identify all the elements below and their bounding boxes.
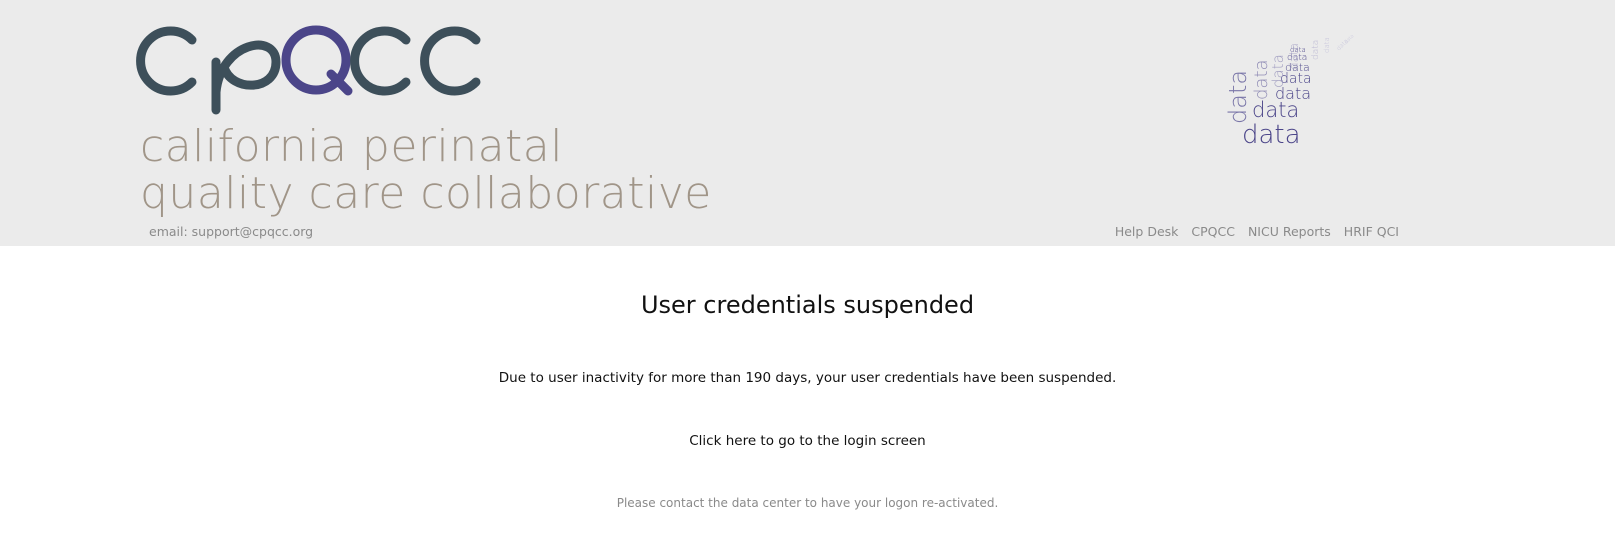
- nav-link-hrif-qci[interactable]: HRIF QCI: [1344, 224, 1399, 239]
- cloud-word: data: [1224, 69, 1252, 124]
- login-link: Click here to go to the login screen: [0, 433, 1615, 449]
- contact-note: Please contact the data center to have y…: [616, 496, 999, 510]
- logo-acronym: cpqcc: [136, 22, 183, 26]
- cloud-word: data: [1323, 37, 1331, 53]
- data-word-cloud: data data data data data data data data …: [1224, 20, 1410, 155]
- cloud-word: data: [1275, 84, 1312, 103]
- logo-line-2: quality care collaborative: [140, 168, 712, 219]
- cloud-word: data: [1242, 120, 1301, 150]
- main-content: User credentials suspended Due to user i…: [0, 246, 1615, 548]
- login-link-text[interactable]: Click here to go to the login screen: [689, 433, 925, 449]
- cloud-word: data: [1343, 33, 1356, 46]
- suspension-message: Due to user inactivity for more than 190…: [498, 370, 1117, 386]
- cloud-word: data: [1252, 98, 1300, 122]
- site-header: cpqcc california perinatal quality care …: [0, 0, 1615, 246]
- nav-link-nicu-reports[interactable]: NICU Reports: [1248, 224, 1331, 239]
- nav-link-help-desk[interactable]: Help Desk: [1115, 224, 1179, 239]
- nav-link-cpqcc[interactable]: CPQCC: [1191, 224, 1235, 239]
- cloud-word: data: [1269, 54, 1287, 88]
- cloud-word: data: [1311, 39, 1321, 60]
- top-nav: Help Desk CPQCC NICU Reports HRIF QCI: [1115, 224, 1399, 239]
- cpqcc-logo[interactable]: cpqcc: [136, 22, 496, 118]
- cloud-word: data: [1287, 42, 1301, 70]
- logo-line-1: california perinatal: [140, 121, 563, 172]
- support-email: email: support@cpqcc.org: [149, 224, 314, 239]
- page-title: User credentials suspended: [640, 291, 975, 319]
